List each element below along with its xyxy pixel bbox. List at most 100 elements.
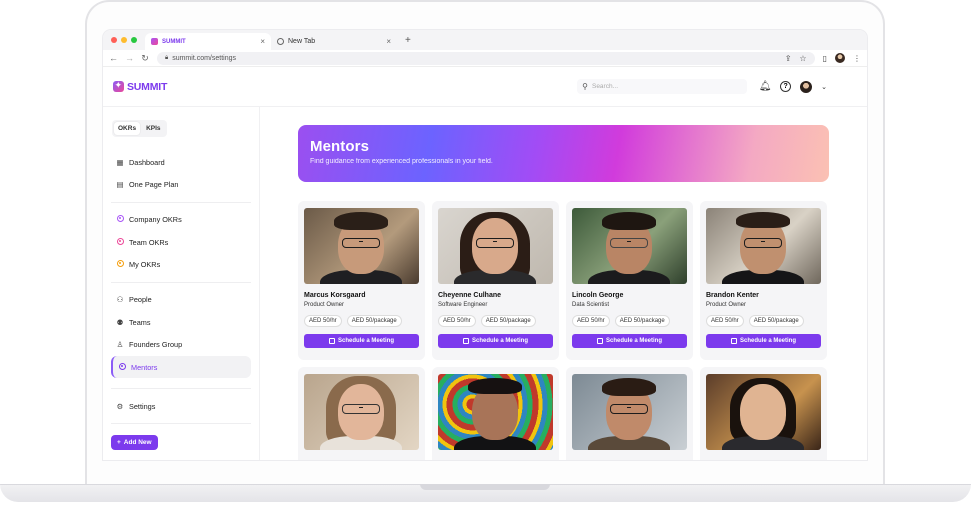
sidebar-item-label: Founders Group [129,340,183,349]
schedule-label: Schedule a Meeting [739,338,796,344]
sidebar: OKRs KPIs ▦ Dashboard ▤ One Page Plan Co… [103,107,260,460]
sidebar-item-dashboard[interactable]: ▦ Dashboard [111,151,251,173]
plus-icon: + [117,439,121,446]
sidebar-item-teams[interactable]: ⚉ Teams [111,311,251,333]
sidebar-item-team-okrs[interactable]: Team OKRs [111,231,251,253]
profile-avatar-icon[interactable] [835,53,845,63]
lock-icon: 🔒︎ [165,54,169,61]
browser-window: SUMMIT × New Tab × + ← → ↻ 🔒︎ summit.com… [103,30,867,460]
sidebar-item-label: Mentors [131,362,158,372]
window-controls [103,37,145,43]
summit-logo-icon [113,80,124,92]
sidebar-item-label: People [129,295,152,304]
target-icon [116,215,124,222]
schedule-meeting-button[interactable]: Schedule a Meeting [304,334,419,348]
calendar-icon [328,338,335,344]
mentor-role: Data Scientist [572,302,610,308]
laptop-notch [420,484,550,490]
mentor-card [566,367,693,460]
divider [111,423,251,424]
sidebar-item-label: One Page Plan [129,180,179,189]
calendar-icon [596,338,603,344]
mentor-photo [572,374,687,450]
mentor-prices: AED 50/hr AED 50/package [304,315,419,327]
mentor-card [700,367,827,460]
search-placeholder: Search... [591,83,618,90]
header-actions: 🔔︎ ? ⌄ [759,80,827,93]
file-icon: ▤ [116,180,124,189]
back-arrow-icon[interactable]: ← [109,53,118,63]
mentor-name: Cheyenne Culhane [438,292,502,299]
people-icon: ⚇ [116,295,124,304]
schedule-label: Schedule a Meeting [471,338,528,344]
url-actions: ⇪ ☆ [785,54,807,63]
share-icon[interactable]: ⇪ [785,54,792,63]
schedule-meeting-button[interactable]: Schedule a Meeting [572,334,687,348]
mentor-photo [706,208,821,284]
more-menu-icon[interactable]: ⋮ [853,54,861,63]
package-rate-badge: AED 50/package [480,315,536,327]
sidebar-item-my-okrs[interactable]: My OKRs [111,254,251,276]
okr-kpi-toggle: OKRs KPIs [112,120,167,137]
close-tab-icon[interactable]: × [386,37,391,46]
minimize-window-dot[interactable] [121,37,127,43]
schedule-label: Schedule a Meeting [337,338,394,344]
url-text: summit.com/settings [172,54,236,62]
sidebar-item-label: Team OKRs [129,237,169,247]
summit-logo[interactable]: SUMMIT [113,80,168,93]
help-icon[interactable]: ? [780,81,792,92]
mentor-card [432,367,559,460]
package-rate-badge: AED 50/package [748,315,804,327]
user-avatar[interactable] [800,80,813,93]
reload-icon[interactable]: ↻ [141,53,149,64]
star-icon[interactable]: ☆ [799,54,806,63]
schedule-meeting-button[interactable]: Schedule a Meeting [706,334,821,348]
close-tab-icon[interactable]: × [260,37,265,46]
teams-icon: ⚉ [116,317,124,327]
sidebar-item-settings[interactable]: ⚙ Settings [111,395,251,417]
mentor-photo [706,374,821,450]
stage: SUMMIT × New Tab × + ← → ↻ 🔒︎ summit.com… [0,0,971,506]
target-icon [118,362,126,370]
toggle-okrs[interactable]: OKRs [114,122,141,135]
tab-bar: SUMMIT × New Tab × + [103,30,867,50]
page-title: Mentors [310,138,370,155]
mentor-photo [572,208,687,284]
sidebar-item-company-okrs[interactable]: Company OKRs [111,209,251,231]
add-new-button[interactable]: + Add New [111,435,158,450]
schedule-meeting-button[interactable]: Schedule a Meeting [438,334,553,348]
close-window-dot[interactable] [111,37,117,43]
divider [111,201,251,203]
add-new-label: Add New [123,439,152,446]
main-content: Mentors Find guidance from experienced p… [260,107,867,460]
sidebar-item-founders-group[interactable]: ♙ Founders Group [111,334,251,356]
search-input[interactable]: ⚲ Search... [577,79,748,94]
sidebar-item-label: Dashboard [129,157,165,167]
sidebar-toggle-icon[interactable]: ▯ [823,54,827,63]
user-icon: ♙ [116,340,124,349]
app-header: SUMMIT ⚲ Search... 🔔︎ ? ⌄ [103,67,867,107]
address-bar: ← → ↻ 🔒︎ summit.com/settings ⇪ ☆ ▯ ⋮ [103,50,867,67]
mentor-card: Brandon Kenter Product Owner AED 50/hr A… [700,201,827,360]
mentor-name: Marcus Korsgaard [304,292,366,299]
chevron-down-icon[interactable]: ⌄ [821,83,827,91]
browser-tab-summit[interactable]: SUMMIT × [145,33,271,50]
hourly-rate-badge: AED 50/hr [572,315,610,327]
browser-tab-new[interactable]: New Tab × [271,33,397,50]
hourly-rate-badge: AED 50/hr [438,315,476,327]
forward-arrow-icon[interactable]: → [125,53,134,63]
bell-icon[interactable]: 🔔︎ [759,81,772,93]
url-field[interactable]: 🔒︎ summit.com/settings ⇪ ☆ [157,51,815,65]
globe-icon [277,38,284,45]
sidebar-item-one-page-plan[interactable]: ▤ One Page Plan [111,174,251,196]
maximize-window-dot[interactable] [131,37,137,43]
mentor-photo [304,374,419,450]
new-tab-icon[interactable]: + [397,35,419,46]
mentor-photo [438,374,553,450]
toggle-kpis[interactable]: KPIs [142,122,164,135]
logo-text: SUMMIT [127,80,168,93]
sidebar-item-people[interactable]: ⚇ People [111,289,251,311]
app-body: OKRs KPIs ▦ Dashboard ▤ One Page Plan Co… [103,107,867,460]
mentor-role: Product Owner [304,302,345,308]
sidebar-item-mentors[interactable]: Mentors [111,356,251,378]
